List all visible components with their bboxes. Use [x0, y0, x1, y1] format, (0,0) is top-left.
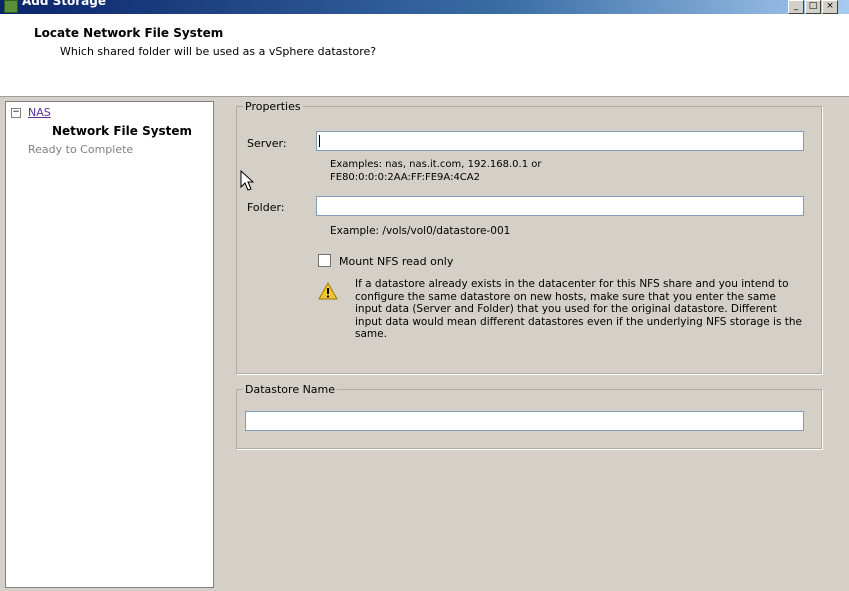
close-button[interactable]: ×: [822, 0, 838, 14]
minimize-button[interactable]: _: [788, 0, 804, 14]
tree-collapse-icon[interactable]: −: [11, 108, 21, 118]
server-label: Server:: [247, 137, 287, 150]
page-title: Locate Network File System: [34, 26, 224, 40]
text-caret: [319, 135, 320, 147]
datastore-name-input[interactable]: [245, 411, 804, 431]
folder-label: Folder:: [247, 201, 285, 214]
mount-read-only-label[interactable]: Mount NFS read only: [339, 255, 453, 268]
step-network-file-system: Network File System: [52, 124, 193, 138]
server-input[interactable]: [316, 131, 804, 151]
mount-read-only-checkbox[interactable]: [318, 254, 331, 267]
step-ready-to-complete: Ready to Complete: [28, 143, 134, 156]
window-title: Add Storage: [22, 0, 107, 8]
folder-example: Example: /vols/vol0/datastore-001: [330, 225, 511, 237]
datastore-name-legend: Datastore Name: [245, 383, 336, 396]
folder-input[interactable]: [316, 196, 804, 216]
window-titlebar[interactable]: Add Storage _ □ ×: [0, 0, 849, 14]
wizard-header: Locate Network File System Which shared …: [0, 14, 849, 97]
server-example-line2: FE80:0:0:0:2AA:FF:FE9A:4CA2: [330, 172, 480, 183]
properties-legend: Properties: [245, 100, 301, 113]
datastore-warning-text: If a datastore already exists in the dat…: [355, 278, 802, 340]
maximize-button[interactable]: □: [805, 0, 821, 14]
page-subtitle: Which shared folder will be used as a vS…: [60, 45, 377, 58]
storage-app-icon: [4, 0, 18, 13]
step-nas-link[interactable]: NAS: [28, 106, 51, 119]
wizard-steps-panel: − NAS Network File System Ready to Compl…: [5, 101, 214, 588]
server-example-line1: Examples: nas, nas.it.com, 192.168.0.1 o…: [330, 159, 542, 170]
mouse-pointer-icon: [240, 170, 255, 191]
warning-icon: [318, 282, 338, 300]
